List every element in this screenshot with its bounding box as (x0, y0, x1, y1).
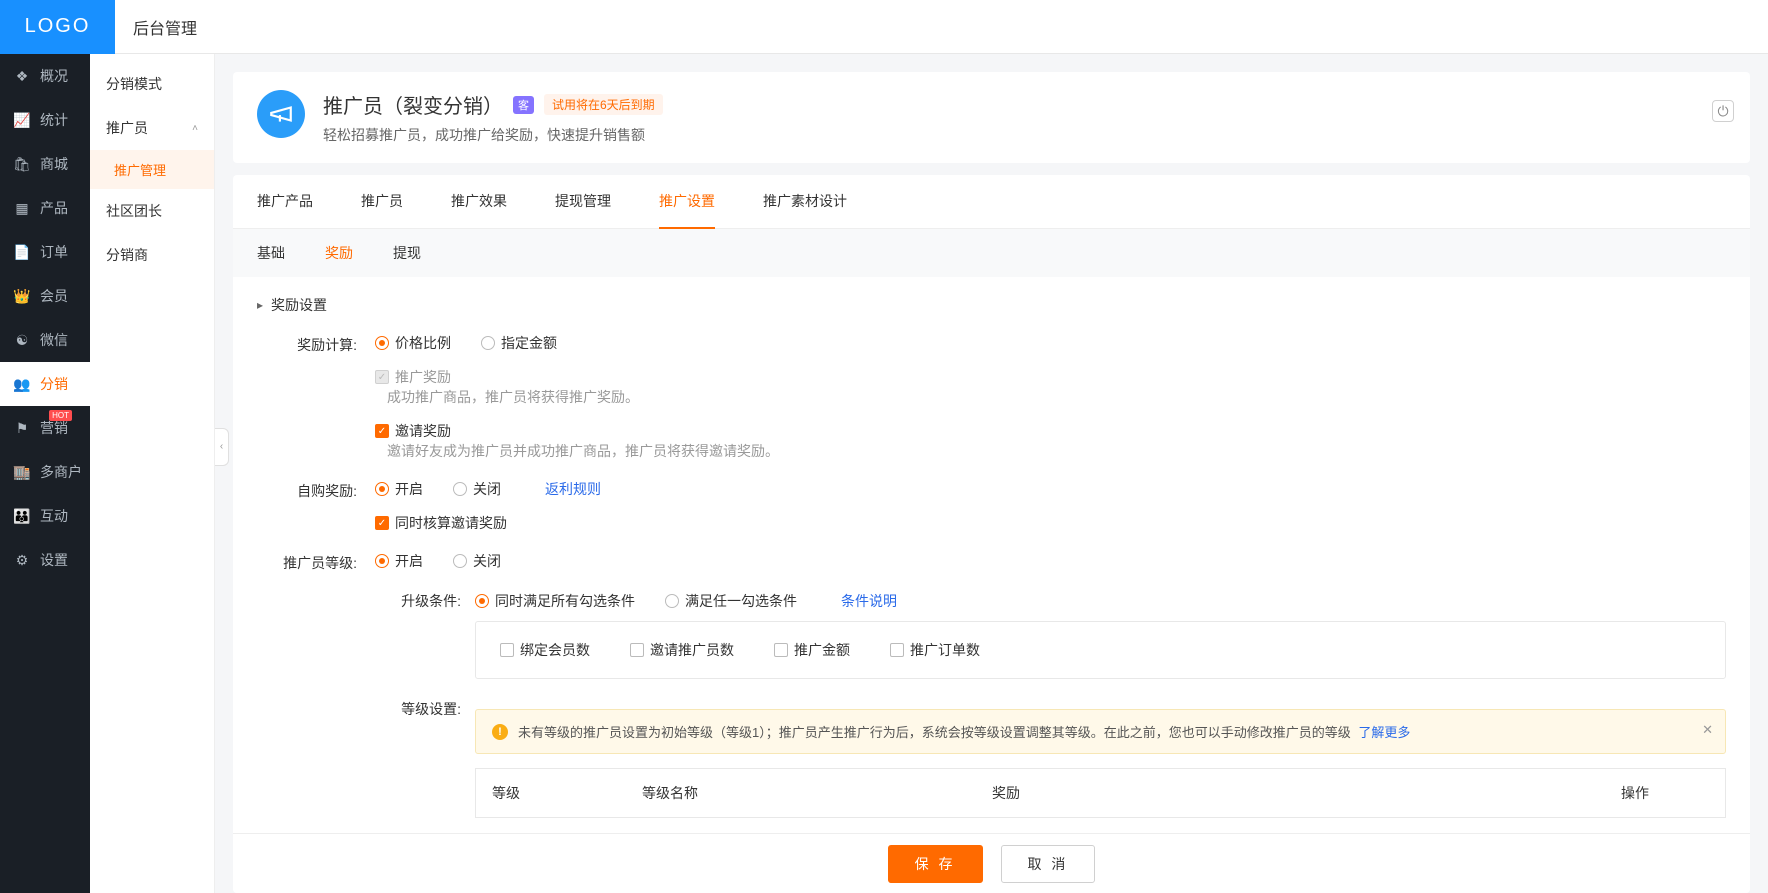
hint-invite: 邀请好友成为推广员并成功推广商品，推广员将获得邀请奖励。 (387, 443, 779, 459)
tab-推广员[interactable]: 推广员 (361, 175, 403, 228)
megaphone-icon (257, 90, 305, 138)
label-upgrade: 升级条件: (375, 591, 461, 611)
subnav-group-分销商[interactable]: 分销商 (90, 233, 214, 277)
header: LOGO 后台管理 (0, 0, 1768, 54)
nav-item-会员[interactable]: 👑会员 (0, 274, 90, 318)
tab-推广产品[interactable]: 推广产品 (257, 175, 313, 228)
tab-推广效果[interactable]: 推广效果 (451, 175, 507, 228)
th-action: 操作 (1605, 769, 1725, 817)
multi-icon: 🏬 (14, 464, 30, 480)
radio-self-open[interactable]: 开启 (375, 479, 423, 499)
nav-item-商城[interactable]: 🛍商城 (0, 142, 90, 186)
th-reward: 奖励 (976, 769, 1605, 817)
save-button[interactable]: 保 存 (888, 845, 983, 883)
subtab-基础[interactable]: 基础 (257, 243, 285, 263)
trial-notice: 试用将在6天后到期 (544, 94, 663, 115)
bag-icon: 🛍 (14, 156, 30, 172)
collapse-handle[interactable]: ‹ (215, 428, 229, 466)
flag-icon: ⚑ (14, 420, 30, 436)
label-level: 推广员等级: (257, 551, 357, 573)
radio-self-close[interactable]: 关闭 (453, 479, 501, 499)
nav-item-多商户[interactable]: 🏬多商户 (0, 450, 90, 494)
nav-primary: ❖概况📈统计🛍商城▦产品📄订单👑会员☯微信👥分销⚑营销HOT🏬多商户👪互动⚙设置 (0, 54, 90, 893)
th-name: 等级名称 (626, 769, 976, 817)
dist-icon: 👥 (14, 376, 30, 392)
tabs-main: 推广产品 推广员 推广效果提现管理推广设置推广素材设计 (233, 175, 1750, 229)
tab-推广设置[interactable]: 推广设置 (659, 175, 715, 229)
label-levelset: 等级设置: (375, 699, 461, 719)
nav-item-订单[interactable]: 📄订单 (0, 230, 90, 274)
level-table-head: 等级 等级名称 奖励 操作 (475, 768, 1726, 818)
section-title: 奖励设置 (257, 295, 1726, 315)
subnav-item-推广管理[interactable]: 推广管理 (90, 150, 214, 189)
page-tag: 客 (513, 96, 534, 114)
nav-item-互动[interactable]: 👪互动 (0, 494, 90, 538)
header-title: 后台管理 (133, 15, 197, 39)
subnav-group-分销模式[interactable]: 分销模式 (90, 62, 214, 106)
hint-promo: 成功推广商品，推广员将获得推广奖励。 (387, 389, 639, 405)
nav-item-微信[interactable]: ☯微信 (0, 318, 90, 362)
close-icon[interactable]: ✕ (1702, 722, 1713, 738)
subnav-group-推广员[interactable]: 推广员˄ (90, 106, 214, 150)
subtab-提现[interactable]: 提现 (393, 243, 421, 263)
checkbox-self-extra[interactable]: ✓同时核算邀请奖励 (375, 513, 1726, 533)
label-self: 自购奖励: (257, 479, 357, 501)
power-icon[interactable]: ⏻ (1712, 100, 1734, 122)
checkbox-cond-3[interactable]: 推广订单数 (890, 640, 980, 660)
tab-提现管理[interactable]: 提现管理 (555, 175, 611, 228)
nav-item-营销[interactable]: ⚑营销HOT (0, 406, 90, 450)
radio-calc-1[interactable]: 指定金额 (481, 333, 557, 353)
form-area: 奖励设置 奖励计算: 价格比例 指定金额 ✓推广奖励 成功推广商品，推广员将获得推… (233, 277, 1750, 833)
warning-icon: ! (492, 724, 508, 740)
checkbox-promo-reward: ✓推广奖励 (375, 367, 1726, 387)
link-learn-more[interactable]: 了解更多 (1358, 725, 1410, 740)
radio-level-close[interactable]: 关闭 (453, 551, 501, 571)
logo[interactable]: LOGO (0, 0, 115, 54)
nav-item-概况[interactable]: ❖概况 (0, 54, 90, 98)
chart-icon: 📈 (14, 112, 30, 128)
radio-upgrade-all[interactable]: 同时满足所有勾选条件 (475, 591, 635, 611)
checkbox-cond-2[interactable]: 推广金额 (774, 640, 850, 660)
page-head: 推广员（裂变分销） 客 试用将在6天后到期 轻松招募推广员，成功推广给奖励，快速… (233, 72, 1750, 163)
layers-icon: ❖ (14, 68, 30, 84)
chevron-up-icon: ˄ (192, 123, 198, 134)
subtab-奖励[interactable]: 奖励 (325, 243, 353, 263)
th-level: 等级 (476, 769, 626, 817)
subnav-group-社区团长[interactable]: 社区团长 (90, 189, 214, 233)
nav-item-分销[interactable]: 👥分销 (0, 362, 90, 406)
condition-box: 绑定会员数 邀请推广员数 推广金额 推广订单数 (475, 621, 1726, 679)
panel: 推广产品推广员推广效果提现管理推广设置推广素材设计 基础奖励提现 奖励设置 奖励… (233, 175, 1750, 893)
checkbox-cond-1[interactable]: 邀请推广员数 (630, 640, 734, 660)
nav-secondary: 分销模式推广员˄推广管理社区团长分销商 (90, 54, 215, 893)
gear-icon: ⚙ (14, 552, 30, 568)
radio-level-open[interactable]: 开启 (375, 551, 423, 571)
nav-item-统计[interactable]: 📈统计 (0, 98, 90, 142)
nav-item-设置[interactable]: ⚙设置 (0, 538, 90, 582)
wechat-icon: ☯ (14, 332, 30, 348)
label-calc: 奖励计算: (257, 333, 357, 355)
link-rebate-rule[interactable]: 返利规则 (545, 479, 601, 499)
main-area: 推广员（裂变分销） 客 试用将在6天后到期 轻松招募推广员，成功推广给奖励，快速… (215, 54, 1768, 893)
crown-icon: 👑 (14, 288, 30, 304)
radio-upgrade-any[interactable]: 满足任一勾选条件 (665, 591, 797, 611)
hot-badge: HOT (49, 410, 72, 421)
grid-icon: ▦ (14, 200, 30, 216)
cancel-button[interactable]: 取 消 (1001, 845, 1096, 883)
page-title: 推广员（裂变分销） (323, 90, 503, 119)
page-desc: 轻松招募推广员，成功推广给奖励，快速提升销售额 (323, 125, 663, 145)
tabs-sub: 基础 奖励 提现 (233, 229, 1750, 277)
nav-item-产品[interactable]: ▦产品 (0, 186, 90, 230)
people-icon: 👪 (14, 508, 30, 524)
radio-calc-0[interactable]: 价格比例 (375, 333, 451, 353)
checkbox-invite-reward[interactable]: ✓邀请奖励 (375, 421, 1726, 441)
footer: 保 存 取 消 (233, 833, 1750, 893)
alert-text: 未有等级的推广员设置为初始等级（等级1）；推广员产生推广行为后，系统会按等级设置… (518, 722, 1410, 741)
link-cond-desc[interactable]: 条件说明 (841, 591, 897, 611)
tab-推广素材设计[interactable]: 推广素材设计 (763, 175, 847, 228)
order-icon: 📄 (14, 244, 30, 260)
alert-levelset: ! 未有等级的推广员设置为初始等级（等级1）；推广员产生推广行为后，系统会按等级… (475, 709, 1726, 754)
checkbox-cond-0[interactable]: 绑定会员数 (500, 640, 590, 660)
